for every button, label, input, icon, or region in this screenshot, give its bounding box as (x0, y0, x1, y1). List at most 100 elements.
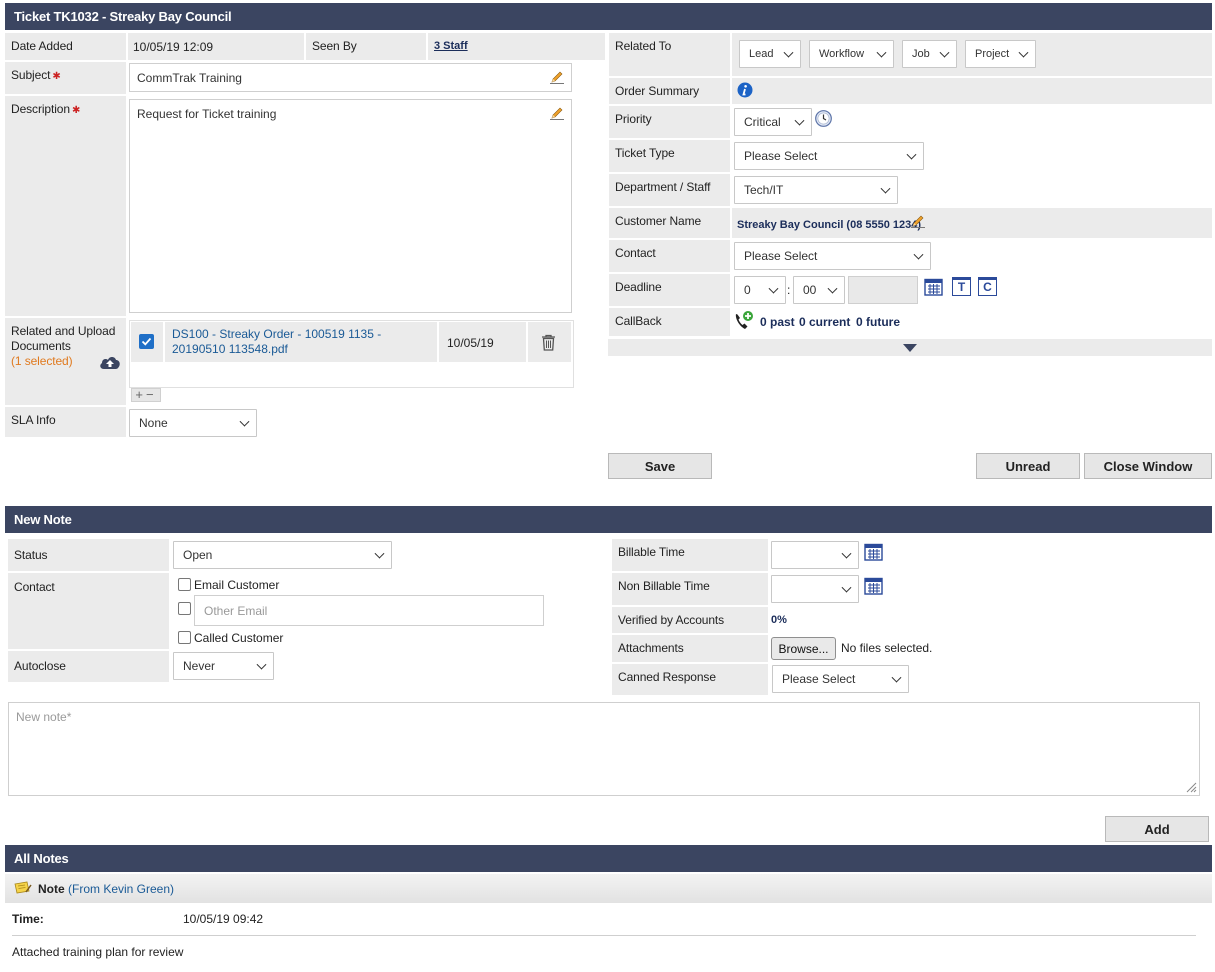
canned-response-label: Canned Response (612, 664, 768, 695)
edit-subject-icon[interactable] (550, 70, 564, 84)
priority-select[interactable]: Critical (734, 108, 812, 136)
subject-field[interactable]: CommTrak Training (129, 63, 572, 92)
deadline-date-input[interactable] (848, 276, 918, 304)
customer-name-label: Customer Name (609, 208, 730, 238)
attachments-label: Attachments (612, 635, 768, 662)
autoclose-select[interactable]: Never (173, 652, 274, 680)
verified-by-accounts-value: 0% (771, 614, 787, 626)
chevron-down-icon (827, 283, 838, 294)
related-project-select[interactable]: Project (965, 40, 1036, 68)
add-note-button[interactable]: Add (1105, 816, 1209, 842)
edit-customer-icon[interactable] (911, 214, 925, 228)
document-checkbox[interactable] (139, 334, 154, 349)
billable-time-select[interactable] (771, 541, 859, 569)
callback-future[interactable]: 0 future (856, 315, 900, 329)
new-note-title: New Note (14, 512, 72, 527)
document-link[interactable]: DS100 - Streaky Order - 100519 1135 - 20… (172, 327, 422, 357)
called-customer-checkbox[interactable] (178, 631, 191, 644)
chevron-down-icon (239, 416, 250, 427)
save-button[interactable]: Save (608, 453, 712, 479)
chevron-down-icon (794, 115, 805, 126)
subject-label: Subject ✱ (5, 62, 126, 94)
ticket-header: Ticket TK1032 - Streaky Bay Council (5, 3, 1212, 30)
description-field[interactable]: Request for Ticket training (129, 99, 572, 313)
chevron-down-icon (768, 283, 779, 294)
ticket-type-label: Ticket Type (609, 140, 730, 172)
related-workflow-select[interactable]: Workflow (809, 40, 894, 68)
new-note-header: New Note (5, 506, 1212, 533)
trash-icon[interactable] (541, 334, 556, 351)
department-label: Department / Staff (609, 174, 730, 206)
browse-button[interactable]: Browse... (771, 637, 836, 660)
triangle-down-icon (903, 344, 917, 352)
seen-by-link[interactable]: 3 Staff (434, 40, 468, 52)
note-divider (12, 935, 1196, 936)
non-billable-calendar-icon[interactable] (864, 576, 883, 595)
all-notes-header: All Notes (5, 845, 1212, 872)
expand-more-bar[interactable] (608, 339, 1212, 356)
order-summary-label: Order Summary (609, 78, 730, 104)
date-added-label: Date Added (5, 33, 126, 60)
resize-handle-icon[interactable] (1186, 782, 1197, 793)
chevron-down-icon (374, 548, 385, 559)
chevron-down-icon (880, 183, 891, 194)
related-job-select[interactable]: Job (902, 40, 957, 68)
note-entry-header: Note (From Kevin Green) (5, 874, 1212, 903)
deadline-label: Deadline (609, 274, 730, 306)
info-icon[interactable] (737, 82, 753, 98)
deadline-separator: : (787, 283, 791, 297)
callback-current[interactable]: 0 current (799, 315, 850, 329)
ticket-title: Ticket TK1032 - Streaky Bay Council (14, 9, 232, 24)
clock-icon[interactable] (815, 110, 832, 127)
upload-cloud-icon[interactable] (99, 354, 121, 370)
close-window-button[interactable]: Close Window (1084, 453, 1212, 479)
canned-response-select[interactable]: Please Select (772, 665, 909, 693)
note-icon (14, 881, 32, 894)
sla-info-select[interactable]: None (129, 409, 257, 437)
clear-c-icon[interactable]: C (978, 277, 997, 296)
callback-label: CallBack (609, 308, 730, 336)
unread-button[interactable]: Unread (976, 453, 1080, 479)
billable-calendar-icon[interactable] (864, 542, 883, 561)
description-value: Request for Ticket training (137, 107, 277, 121)
note-text: Attached training plan for review (12, 945, 184, 959)
priority-label: Priority (609, 106, 730, 138)
note-time-label: Time: (12, 912, 44, 926)
new-note-textarea[interactable]: New note* (8, 702, 1200, 796)
chevron-down-icon (841, 582, 852, 593)
note-contact-label: Contact (8, 573, 169, 649)
calendar-icon[interactable] (924, 277, 943, 296)
department-select[interactable]: Tech/IT (734, 176, 898, 204)
other-email-checkbox[interactable] (178, 602, 191, 615)
verified-by-accounts-label: Verified by Accounts (612, 607, 768, 633)
chevron-down-icon (1018, 47, 1029, 58)
chevron-down-icon (913, 249, 924, 260)
contact-select[interactable]: Please Select (734, 242, 931, 270)
today-t-icon[interactable]: T (952, 277, 971, 296)
no-files-text: No files selected. (841, 641, 933, 655)
edit-description-icon[interactable] (550, 106, 564, 120)
add-remove-document-buttons[interactable]: +− (131, 388, 161, 402)
new-note-placeholder: New note* (16, 710, 72, 724)
ticket-type-select[interactable]: Please Select (734, 142, 924, 170)
related-to-label: Related To (609, 33, 730, 76)
phone-add-icon[interactable] (733, 310, 755, 332)
non-billable-time-select[interactable] (771, 575, 859, 603)
chevron-down-icon (256, 659, 267, 670)
status-select[interactable]: Open (173, 541, 392, 569)
other-email-input[interactable]: Other Email (194, 595, 544, 626)
description-label: Description ✱ (5, 96, 126, 316)
callback-past[interactable]: 0 past (760, 315, 795, 329)
chevron-down-icon (783, 47, 794, 58)
seen-by-label: Seen By (306, 33, 426, 60)
non-billable-time-label: Non Billable Time (612, 573, 768, 605)
autoclose-label: Autoclose (8, 651, 169, 682)
related-lead-select[interactable]: Lead (739, 40, 801, 68)
deadline-minute-select[interactable]: 00 (793, 276, 845, 304)
note-time-value: 10/05/19 09:42 (183, 912, 264, 926)
email-customer-label: Email Customer (194, 578, 280, 592)
email-customer-checkbox[interactable] (178, 578, 191, 591)
deadline-hour-select[interactable]: 0 (734, 276, 786, 304)
customer-name-value[interactable]: Streaky Bay Council (08 5550 1234) (737, 219, 921, 231)
note-author: (From Kevin Green) (68, 882, 175, 896)
